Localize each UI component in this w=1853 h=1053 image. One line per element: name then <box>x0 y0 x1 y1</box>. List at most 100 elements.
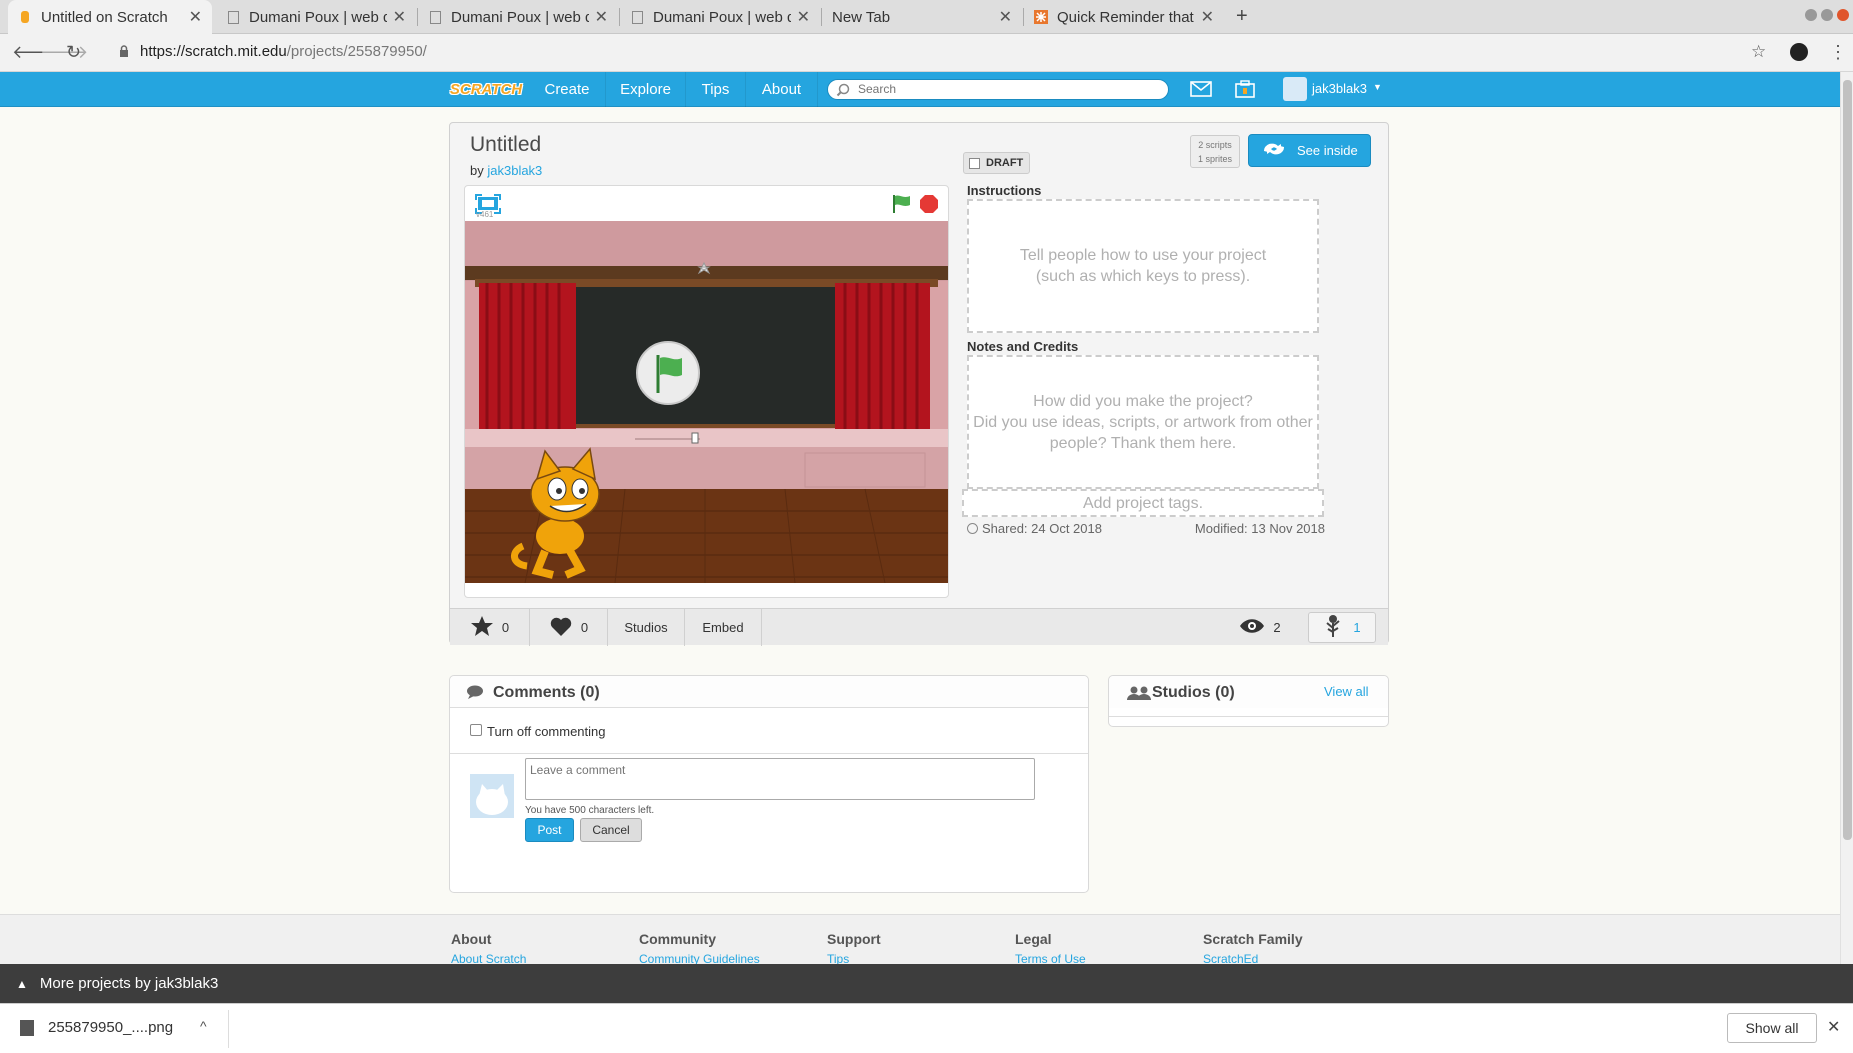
studios-button[interactable]: Studios <box>608 609 685 646</box>
stage-backdrop <box>465 221 948 583</box>
scratch-logo[interactable]: SCRATCH <box>449 78 523 100</box>
footer-family-link[interactable]: ScratchEd <box>1203 952 1258 964</box>
page-scrollbar[interactable] <box>1840 72 1853 964</box>
instructions-field[interactable]: Tell people how to use your project (suc… <box>967 199 1319 333</box>
bookmark-star-icon[interactable]: ☆ <box>1751 42 1766 62</box>
url-path: /projects/255879950/ <box>286 43 427 60</box>
notes-field[interactable]: How did you make the project? Did you us… <box>967 355 1319 489</box>
stop-sign-icon[interactable] <box>919 194 939 217</box>
download-filename[interactable]: 255879950_....png <box>48 1019 173 1036</box>
url-bar[interactable]: https://scratch.mit.edu/projects/2558799… <box>140 43 427 60</box>
comments-header: Comments (0) <box>450 676 1088 708</box>
tab-title: Untitled on Scratch <box>41 8 168 26</box>
more-projects-bar[interactable]: ▲ More projects by jak3blak3 <box>0 964 1853 1003</box>
close-downloads-icon[interactable]: ✕ <box>1827 1017 1840 1037</box>
see-inside-button[interactable]: See inside <box>1248 134 1371 167</box>
tab-dumani-poux-3[interactable]: Dumani Poux | web design ✕ <box>620 0 820 34</box>
embed-button[interactable]: Embed <box>685 609 762 646</box>
footer-about-link[interactable]: About Scratch <box>451 952 526 964</box>
nav-create[interactable]: Create <box>529 72 606 107</box>
studios-title: Studios (0) <box>1152 684 1235 701</box>
green-flag-icon[interactable] <box>891 194 913 217</box>
shared-date: Shared: 24 Oct 2018 <box>982 521 1102 536</box>
turn-off-commenting-checkbox[interactable] <box>470 724 482 736</box>
messages-icon[interactable] <box>1190 81 1212 100</box>
favorites-count: 0 <box>501 620 510 635</box>
author-link[interactable]: jak3blak3 <box>487 163 542 178</box>
instructions-placeholder-line1: Tell people how to use your project <box>1019 247 1267 264</box>
remix-tree-button[interactable]: 1 <box>1308 612 1376 643</box>
search-box[interactable] <box>827 79 1169 100</box>
new-tab-button[interactable]: + <box>1236 5 1248 28</box>
nav-explore[interactable]: Explore <box>606 72 686 107</box>
chevron-up-icon[interactable]: ^ <box>200 1018 207 1034</box>
footer-legal-heading: Legal <box>1015 931 1052 947</box>
tags-field[interactable]: Add project tags. <box>962 489 1324 517</box>
user-avatar[interactable] <box>1283 77 1307 101</box>
views-count: 2 <box>1273 620 1281 635</box>
share-status-icon <box>967 523 978 534</box>
project-stage[interactable] <box>465 221 948 583</box>
post-button[interactable]: Post <box>525 818 574 842</box>
project-details: Instructions Tell people how to use your… <box>962 183 1377 598</box>
reload-icon[interactable]: ↻ <box>66 42 81 63</box>
draft-checkbox-icon <box>969 157 980 169</box>
draft-badge[interactable]: DRAFT <box>963 152 1030 174</box>
browser-menu-icon[interactable]: ⋮ <box>1829 42 1847 63</box>
close-tab-icon[interactable]: ✕ <box>1201 7 1214 27</box>
nav-about[interactable]: About <box>746 72 818 107</box>
search-input[interactable] <box>858 82 1158 96</box>
instructions-placeholder-line2: (such as which keys to press). <box>1035 268 1251 285</box>
cancel-button[interactable]: Cancel <box>580 818 642 842</box>
close-window-button[interactable] <box>1837 9 1849 21</box>
project-action-bar: 0 0 Studios Embed 2 1 <box>450 608 1388 646</box>
show-all-button[interactable]: Show all <box>1727 1013 1817 1043</box>
love-button[interactable]: 0 <box>530 609 608 646</box>
heart-icon <box>549 615 573 640</box>
chars-left-text: You have 500 characters left. <box>525 805 655 816</box>
extension-icon[interactable] <box>1790 43 1808 61</box>
minimize-window-button[interactable] <box>1805 9 1817 21</box>
footer-support-link[interactable]: Tips <box>827 952 849 964</box>
close-tab-icon[interactable]: ✕ <box>189 7 202 27</box>
favorite-button[interactable]: 0 <box>450 609 530 646</box>
eye-icon <box>1239 618 1265 637</box>
player-version: v461 <box>476 210 494 219</box>
notes-placeholder-line1: How did you make the project? <box>1033 392 1253 410</box>
tab-title: New Tab <box>832 8 891 26</box>
username-menu[interactable]: jak3blak3 <box>1312 81 1367 96</box>
footer-community-link[interactable]: Community Guidelines <box>639 952 760 964</box>
tab-dumani-poux-1[interactable]: Dumani Poux | web design ✕ <box>216 0 416 34</box>
view-all-link[interactable]: View all <box>1324 684 1369 699</box>
tab-title: Dumani Poux | web design <box>451 8 589 26</box>
close-tab-icon[interactable]: ✕ <box>797 7 810 27</box>
footer-family-heading: Scratch Family <box>1203 931 1303 947</box>
comment-input[interactable] <box>526 759 1034 799</box>
speech-bubble-icon <box>466 685 484 702</box>
project-card: Untitled by jak3blak3 DRAFT 2 scripts 1 … <box>449 122 1389 646</box>
my-stuff-icon[interactable] <box>1235 80 1255 101</box>
downloads-bar: 255879950_....png ^ Show all ✕ <box>0 1003 1853 1053</box>
footer-legal-link[interactable]: Terms of Use <box>1015 952 1086 964</box>
nav-tips[interactable]: Tips <box>686 72 746 107</box>
url-host: https://scratch.mit.edu <box>140 43 287 60</box>
close-tab-icon[interactable]: ✕ <box>999 7 1012 27</box>
close-tab-icon[interactable]: ✕ <box>595 7 608 27</box>
comment-box[interactable] <box>525 758 1035 800</box>
scratch-favicon-icon <box>18 10 32 24</box>
browser-tab-strip: Untitled on Scratch ✕ Dumani Poux | web … <box>0 0 1853 34</box>
turn-off-commenting-label: Turn off commenting <box>487 724 606 739</box>
player-controls: v461 <box>465 186 948 221</box>
page-icon <box>630 10 644 24</box>
tab-quick-reminder[interactable]: Quick Reminder that Details ✕ <box>1024 0 1224 34</box>
close-tab-icon[interactable]: ✕ <box>393 7 406 27</box>
project-title[interactable]: Untitled <box>470 133 541 157</box>
tab-untitled-on-scratch[interactable]: Untitled on Scratch ✕ <box>8 0 212 34</box>
tab-new-tab[interactable]: New Tab ✕ <box>822 0 1022 34</box>
tab-dumani-poux-2[interactable]: Dumani Poux | web design ✕ <box>418 0 618 34</box>
maximize-window-button[interactable] <box>1821 9 1833 21</box>
scrollbar-thumb[interactable] <box>1843 80 1852 840</box>
left-curtain <box>479 283 576 433</box>
site-footer: About About Scratch Community Community … <box>0 914 1840 964</box>
notes-placeholder-line2: Did you use ideas, scripts, or artwork f… <box>973 413 1313 431</box>
